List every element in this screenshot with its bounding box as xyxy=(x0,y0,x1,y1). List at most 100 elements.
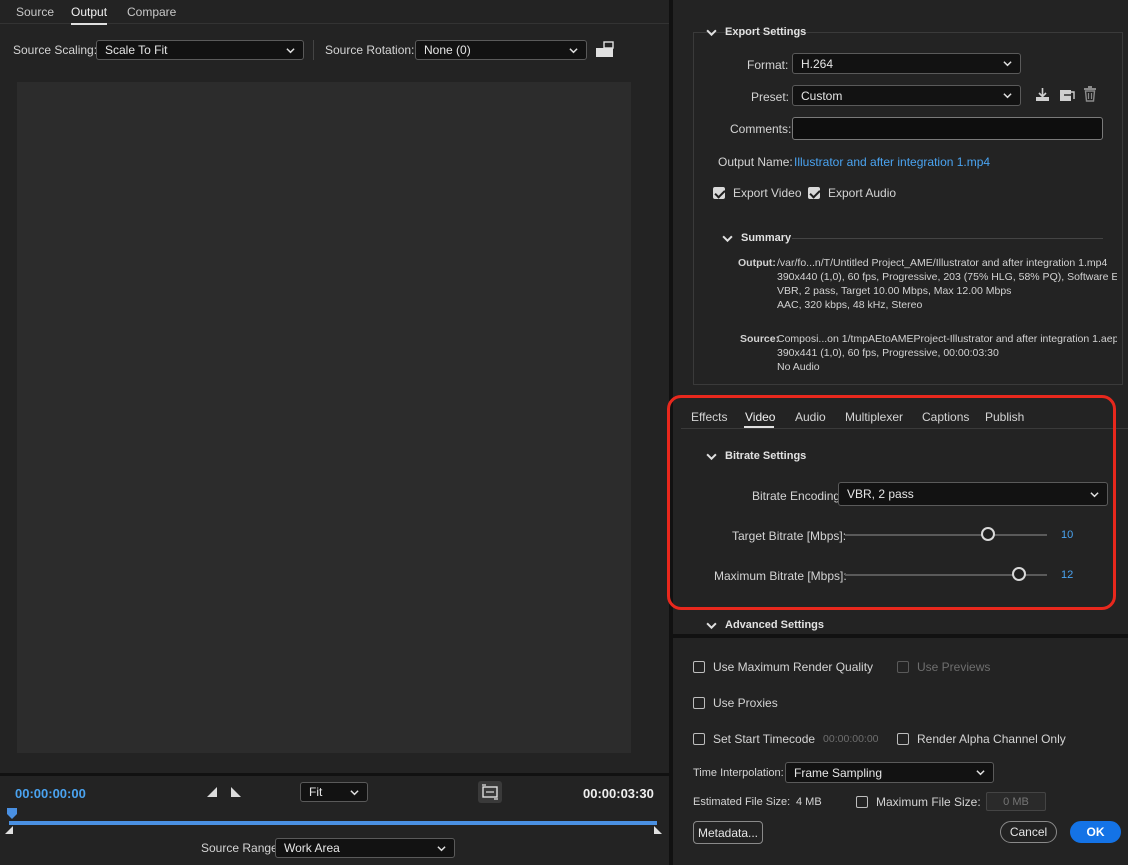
summary-output-line: /var/fo...n/T/Untitled Project_AME/Illus… xyxy=(777,257,1108,269)
summary-source-label: Source: xyxy=(740,333,780,345)
source-range-value: Work Area xyxy=(284,841,340,855)
current-timecode[interactable]: 00:00:00:00 xyxy=(15,786,86,801)
export-audio-checkbox[interactable] xyxy=(808,187,820,199)
set-start-timecode-option[interactable]: Set Start Timecode 00:00:00:00 xyxy=(693,732,879,746)
tab-audio[interactable]: Audio xyxy=(795,410,826,424)
summary-header[interactable]: Summary xyxy=(722,232,791,244)
tab-multiplexer[interactable]: Multiplexer xyxy=(845,410,903,424)
settings-divider[interactable] xyxy=(673,634,1128,638)
bitrate-encoding-select[interactable]: VBR, 2 pass xyxy=(838,482,1108,506)
summary-divider xyxy=(792,238,1103,239)
save-preset-icon[interactable] xyxy=(1035,87,1050,102)
metadata-button[interactable]: Metadata... xyxy=(693,821,763,844)
source-scaling-select[interactable]: Scale To Fit xyxy=(96,40,304,60)
chevron-down-icon xyxy=(722,235,733,242)
use-previews-label: Use Previews xyxy=(917,660,991,674)
source-rotation-value: None (0) xyxy=(424,43,471,57)
tab-effects[interactable]: Effects xyxy=(691,410,727,424)
duration-timecode: 00:00:03:30 xyxy=(583,786,654,801)
chevron-down-icon xyxy=(1003,93,1012,99)
maximum-bitrate-value[interactable]: 12 xyxy=(1061,569,1073,581)
use-previews-checkbox[interactable] xyxy=(897,661,909,673)
render-alpha-only-option[interactable]: Render Alpha Channel Only xyxy=(897,732,1066,746)
render-alpha-only-checkbox[interactable] xyxy=(897,733,909,745)
advanced-settings-title: Advanced Settings xyxy=(725,619,825,631)
use-max-render-quality-option[interactable]: Use Maximum Render Quality xyxy=(693,660,873,674)
advanced-settings-header[interactable]: Advanced Settings xyxy=(706,619,824,631)
use-previews-option[interactable]: Use Previews xyxy=(897,660,990,674)
cancel-button[interactable]: Cancel xyxy=(1000,821,1057,843)
comments-label: Comments: xyxy=(730,122,792,136)
slider-knob[interactable] xyxy=(1011,567,1026,581)
export-audio-option[interactable]: Export Audio xyxy=(808,186,896,200)
set-out-point-icon[interactable] xyxy=(230,786,242,798)
aspect-toggle-button[interactable] xyxy=(478,781,502,803)
summary-output-label: Output: xyxy=(738,257,776,269)
format-label: Format: xyxy=(747,58,789,72)
tab-video[interactable]: Video xyxy=(745,410,775,424)
source-rotation-label: Source Rotation: xyxy=(325,43,415,57)
chevron-down-icon xyxy=(706,622,717,629)
slider-knob[interactable] xyxy=(981,527,996,541)
chevron-down-icon xyxy=(706,453,717,460)
comments-input[interactable] xyxy=(792,117,1103,140)
bitrate-settings-header[interactable]: Bitrate Settings xyxy=(706,450,806,462)
summary-output-details: /var/fo...n/T/Untitled Project_AME/Illus… xyxy=(777,256,1117,312)
export-settings-title: Export Settings xyxy=(725,26,807,38)
video-preview xyxy=(17,82,631,753)
export-video-checkbox[interactable] xyxy=(713,187,725,199)
chevron-down-icon xyxy=(706,29,717,36)
estimated-file-size-label: Estimated File Size: xyxy=(693,796,791,808)
timeline-divider xyxy=(0,773,669,776)
maximum-bitrate-slider[interactable] xyxy=(845,567,1047,583)
export-video-label: Export Video xyxy=(733,186,802,200)
summary-source-details: Composi...on 1/tmpAEtoAMEProject-Illustr… xyxy=(777,332,1117,374)
target-bitrate-value[interactable]: 10 xyxy=(1061,529,1073,541)
source-range-label: Source Range: xyxy=(201,841,282,855)
set-start-timecode-label: Set Start Timecode xyxy=(713,732,816,746)
chevron-down-icon xyxy=(1090,491,1099,497)
playhead-icon[interactable] xyxy=(6,807,18,821)
set-in-point-icon[interactable] xyxy=(206,786,218,798)
crop-icon[interactable] xyxy=(595,41,615,58)
zoom-select[interactable]: Fit xyxy=(300,782,368,802)
max-file-size-option[interactable]: Maximum File Size: xyxy=(856,795,981,809)
work-area-bar[interactable] xyxy=(9,821,657,825)
use-proxies-option[interactable]: Use Proxies xyxy=(693,696,778,710)
import-preset-icon[interactable] xyxy=(1059,87,1075,102)
preview-tabs: Source Output Compare xyxy=(0,0,669,25)
format-select[interactable]: H.264 xyxy=(792,53,1021,74)
max-file-size-checkbox[interactable] xyxy=(856,796,868,808)
chevron-down-icon xyxy=(569,47,578,53)
export-audio-label: Export Audio xyxy=(828,186,897,200)
delete-preset-icon[interactable] xyxy=(1083,86,1097,102)
tab-output[interactable]: Output xyxy=(71,5,108,25)
tab-compare[interactable]: Compare xyxy=(127,5,176,19)
chevron-down-icon xyxy=(286,47,295,53)
set-start-timecode-checkbox[interactable] xyxy=(693,733,705,745)
time-interpolation-select[interactable]: Frame Sampling xyxy=(785,762,994,783)
in-point-handle-icon[interactable] xyxy=(4,825,14,835)
source-rotation-select[interactable]: None (0) xyxy=(415,40,587,60)
ok-button[interactable]: OK xyxy=(1070,821,1121,843)
use-max-render-quality-checkbox[interactable] xyxy=(693,661,705,673)
export-settings-header[interactable]: Export Settings xyxy=(706,26,806,38)
use-proxies-checkbox[interactable] xyxy=(693,697,705,709)
out-point-handle-icon[interactable] xyxy=(653,825,663,835)
export-video-option[interactable]: Export Video xyxy=(713,186,802,200)
target-bitrate-slider[interactable] xyxy=(845,527,1047,543)
source-scaling-label: Source Scaling: xyxy=(13,43,98,57)
render-alpha-only-label: Render Alpha Channel Only xyxy=(917,732,1066,746)
summary-source-line: 390x441 (1,0), 60 fps, Progressive, 00:0… xyxy=(777,347,999,359)
tab-source[interactable]: Source xyxy=(16,5,54,19)
output-name-link[interactable]: Illustrator and after integration 1.mp4 xyxy=(794,155,990,169)
source-range-select[interactable]: Work Area xyxy=(275,838,455,858)
tab-captions[interactable]: Captions xyxy=(922,410,969,424)
max-file-size-input[interactable] xyxy=(986,792,1046,811)
preset-select[interactable]: Custom xyxy=(792,85,1021,106)
start-timecode-value[interactable]: 00:00:00:00 xyxy=(823,733,878,745)
summary-output-line: AAC, 320 kbps, 48 kHz, Stereo xyxy=(777,299,923,311)
tab-publish[interactable]: Publish xyxy=(985,410,1024,424)
use-max-render-quality-label: Use Maximum Render Quality xyxy=(713,660,874,674)
format-value: H.264 xyxy=(801,56,834,71)
